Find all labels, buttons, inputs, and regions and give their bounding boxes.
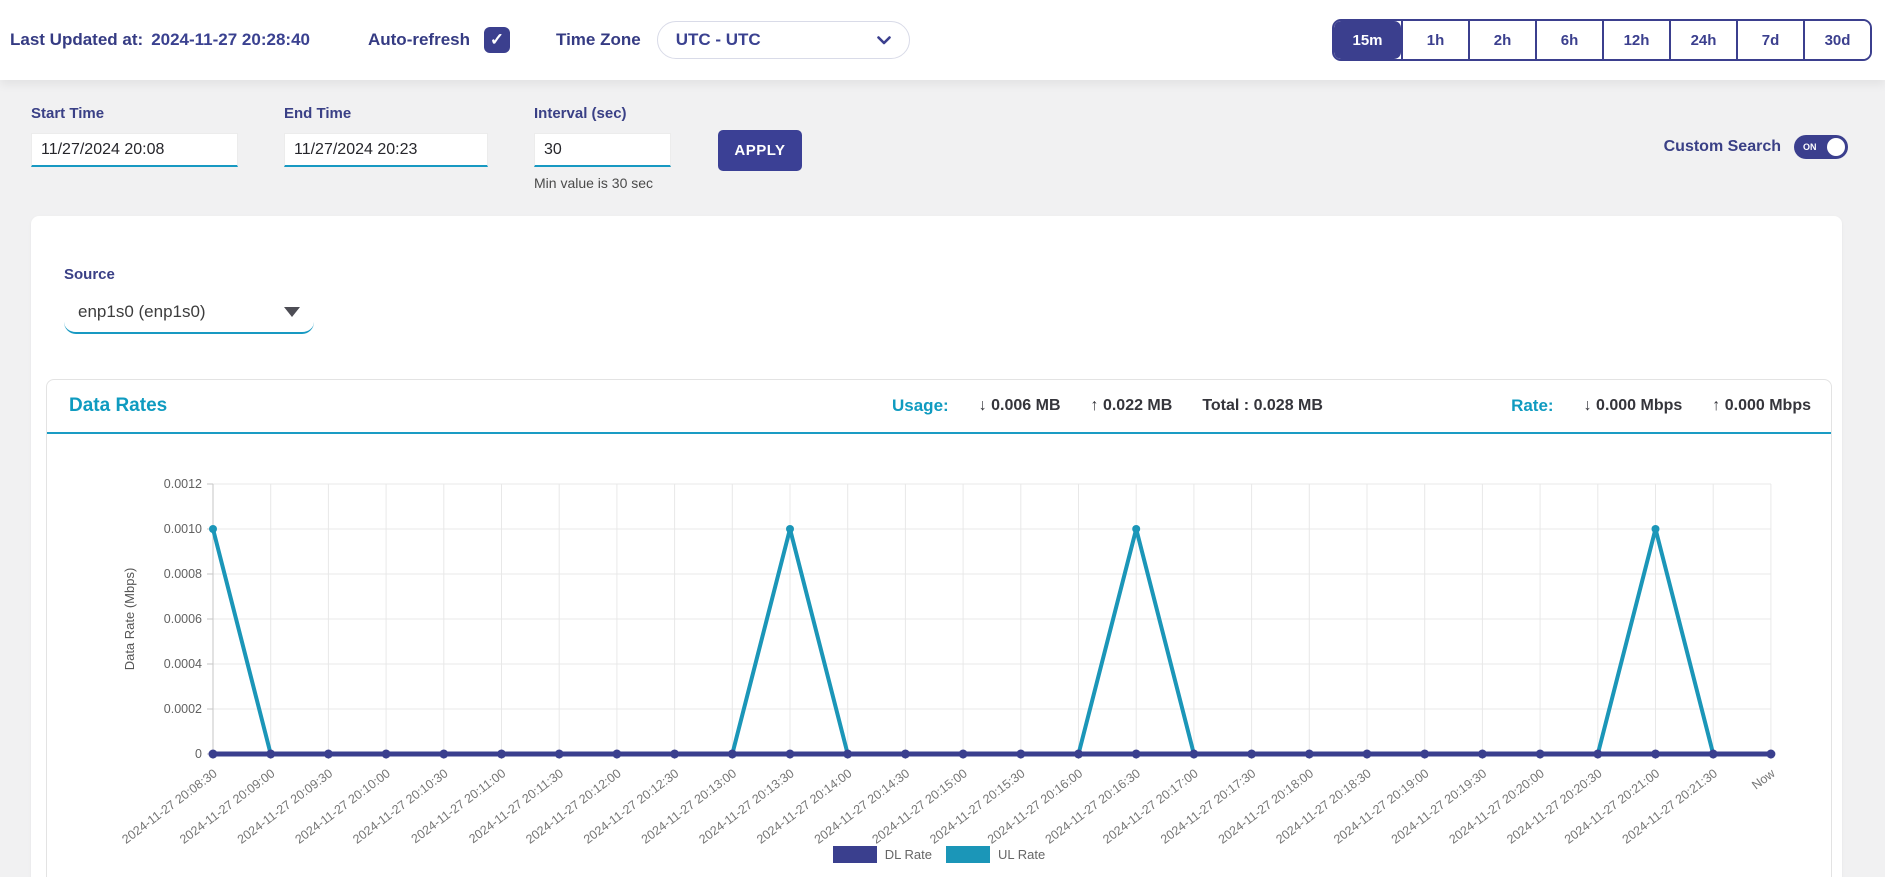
rate-upload: ↑ 0.000 Mbps	[1712, 397, 1811, 415]
chart-legend: DL Rate UL Rate	[47, 846, 1831, 863]
legend-swatch	[946, 846, 990, 863]
legend-item-dl-rate: DL Rate	[833, 846, 932, 863]
interval-hint: Min value is 30 sec	[534, 175, 653, 191]
svg-text:2024-11-27 20:20:00: 2024-11-27 20:20:00	[1447, 766, 1547, 844]
range-button-12h[interactable]: 12h	[1602, 21, 1669, 59]
svg-text:0.0004: 0.0004	[164, 657, 202, 671]
data-rates-header: Data Rates Usage: ↓ 0.006 MB ↑ 0.022 MB …	[47, 380, 1831, 434]
auto-refresh-checkbox[interactable]: ✓	[484, 27, 510, 53]
svg-text:2024-11-27 20:13:30: 2024-11-27 20:13:30	[696, 766, 796, 844]
rate-download: ↓ 0.000 Mbps	[1584, 397, 1683, 415]
svg-text:2024-11-27 20:21:30: 2024-11-27 20:21:30	[1620, 766, 1720, 844]
usage-download: ↓ 0.006 MB	[979, 397, 1061, 415]
rate-label: Rate:	[1511, 396, 1554, 416]
svg-text:2024-11-27 20:13:00: 2024-11-27 20:13:00	[639, 766, 739, 844]
source-label: Source	[64, 266, 115, 283]
checkmark-icon: ✓	[490, 30, 504, 50]
panel-title: Data Rates	[69, 395, 167, 417]
top-bar: Last Updated at: 2024-11-27 20:28:40 Aut…	[0, 0, 1885, 80]
usage-stats: Usage: ↓ 0.006 MB ↑ 0.022 MB Total : 0.0…	[892, 396, 1323, 416]
timezone-select[interactable]: UTC - UTC	[657, 21, 910, 59]
svg-text:2024-11-27 20:12:00: 2024-11-27 20:12:00	[523, 766, 623, 844]
svg-text:2024-11-27 20:14:00: 2024-11-27 20:14:00	[754, 766, 854, 844]
svg-text:2024-11-27 20:19:00: 2024-11-27 20:19:00	[1331, 766, 1431, 844]
svg-text:2024-11-27 20:08:30: 2024-11-27 20:08:30	[119, 766, 219, 844]
start-time-label: Start Time	[31, 105, 104, 122]
custom-search-control: Custom Search ON	[1664, 135, 1848, 159]
svg-text:0.0002: 0.0002	[164, 702, 202, 716]
data-rates-chart: 0 0.0002 0.0004 0.0006 0.0008 0.0010 0.0012 202…	[47, 436, 1833, 844]
usage-label: Usage:	[892, 396, 949, 416]
end-time-label: End Time	[284, 105, 351, 122]
svg-text:2024-11-27 20:14:30: 2024-11-27 20:14:30	[812, 766, 912, 844]
svg-text:2024-11-27 20:10:00: 2024-11-27 20:10:00	[293, 766, 393, 844]
svg-text:2024-11-27 20:15:00: 2024-11-27 20:15:00	[870, 766, 970, 844]
usage-total: Total : 0.028 MB	[1202, 397, 1323, 415]
svg-text:2024-11-27 20:12:30: 2024-11-27 20:12:30	[581, 766, 681, 844]
svg-text:0.0008: 0.0008	[164, 567, 202, 581]
caret-down-icon	[284, 307, 300, 317]
svg-text:2024-11-27 20:17:30: 2024-11-27 20:17:30	[1158, 766, 1258, 844]
interval-label: Interval (sec)	[534, 105, 627, 122]
svg-text:2024-11-27 20:11:30: 2024-11-27 20:11:30	[466, 766, 566, 844]
svg-text:2024-11-27 20:20:30: 2024-11-27 20:20:30	[1504, 766, 1604, 844]
toggle-on-text: ON	[1803, 142, 1817, 152]
timezone-control: Time Zone UTC - UTC	[556, 21, 910, 59]
svg-text:0.0012: 0.0012	[164, 477, 202, 491]
svg-text:2024-11-27 20:11:00: 2024-11-27 20:11:00	[409, 766, 509, 844]
custom-search-label: Custom Search	[1664, 138, 1781, 156]
end-time-input[interactable]	[284, 133, 488, 167]
data-rates-card: Data Rates Usage: ↓ 0.006 MB ↑ 0.022 MB …	[46, 379, 1832, 877]
svg-text:2024-11-27 20:09:00: 2024-11-27 20:09:00	[177, 766, 277, 844]
usage-upload: ↑ 0.022 MB	[1091, 397, 1173, 415]
svg-text:Data Rate (Mbps): Data Rate (Mbps)	[122, 568, 137, 671]
source-value: enp1s0 (enp1s0)	[78, 302, 284, 322]
range-button-30d[interactable]: 30d	[1803, 21, 1870, 59]
legend-label: DL Rate	[885, 847, 932, 862]
source-select[interactable]: enp1s0 (enp1s0)	[64, 292, 314, 334]
svg-text:0.0006: 0.0006	[164, 612, 202, 626]
timezone-label: Time Zone	[556, 30, 641, 50]
svg-text:2024-11-27 20:19:30: 2024-11-27 20:19:30	[1389, 766, 1489, 844]
apply-button[interactable]: APPLY	[718, 130, 802, 171]
interval-input[interactable]	[534, 133, 671, 167]
last-updated-value: 2024-11-27 20:28:40	[151, 30, 310, 50]
svg-text:0.0010: 0.0010	[164, 522, 202, 536]
dashboard-page: Last Updated at: 2024-11-27 20:28:40 Aut…	[0, 0, 1885, 877]
custom-search-toggle[interactable]: ON	[1794, 135, 1848, 159]
svg-text:2024-11-27 20:15:30: 2024-11-27 20:15:30	[927, 766, 1027, 844]
legend-swatch	[833, 846, 877, 863]
chevron-down-icon	[877, 36, 891, 45]
legend-label: UL Rate	[998, 847, 1045, 862]
toggle-knob	[1827, 138, 1845, 156]
range-button-7d[interactable]: 7d	[1736, 21, 1803, 59]
start-time-input[interactable]	[31, 133, 238, 167]
range-button-24h[interactable]: 24h	[1669, 21, 1736, 59]
time-range-group: 15m1h2h6h12h24h7d30d	[1332, 19, 1872, 61]
svg-text:0: 0	[195, 747, 202, 761]
svg-text:2024-11-27 20:21:00: 2024-11-27 20:21:00	[1562, 766, 1662, 844]
svg-text:2024-11-27 20:18:30: 2024-11-27 20:18:30	[1273, 766, 1373, 844]
main-panel: Source enp1s0 (enp1s0) Data Rates Usage:…	[31, 216, 1842, 877]
svg-text:2024-11-27 20:18:00: 2024-11-27 20:18:00	[1216, 766, 1316, 844]
last-updated: Last Updated at: 2024-11-27 20:28:40	[10, 30, 310, 50]
auto-refresh: Auto-refresh ✓	[368, 27, 510, 53]
last-updated-label: Last Updated at:	[10, 30, 143, 50]
svg-text:2024-11-27 20:10:30: 2024-11-27 20:10:30	[350, 766, 450, 844]
range-button-1h[interactable]: 1h	[1401, 21, 1468, 59]
rate-stats: Rate: ↓ 0.000 Mbps ↑ 0.000 Mbps	[1511, 396, 1811, 416]
svg-text:2024-11-27 20:16:30: 2024-11-27 20:16:30	[1043, 766, 1143, 844]
svg-text:2024-11-27 20:17:00: 2024-11-27 20:17:00	[1100, 766, 1200, 844]
range-button-6h[interactable]: 6h	[1535, 21, 1602, 59]
svg-text:2024-11-27 20:09:30: 2024-11-27 20:09:30	[235, 766, 335, 844]
timezone-value: UTC - UTC	[676, 30, 877, 50]
range-button-15m[interactable]: 15m	[1334, 21, 1401, 59]
svg-text:Now: Now	[1749, 766, 1778, 793]
svg-text:2024-11-27 20:16:00: 2024-11-27 20:16:00	[985, 766, 1085, 844]
legend-item-ul-rate: UL Rate	[946, 846, 1045, 863]
range-button-2h[interactable]: 2h	[1468, 21, 1535, 59]
auto-refresh-label: Auto-refresh	[368, 30, 470, 50]
